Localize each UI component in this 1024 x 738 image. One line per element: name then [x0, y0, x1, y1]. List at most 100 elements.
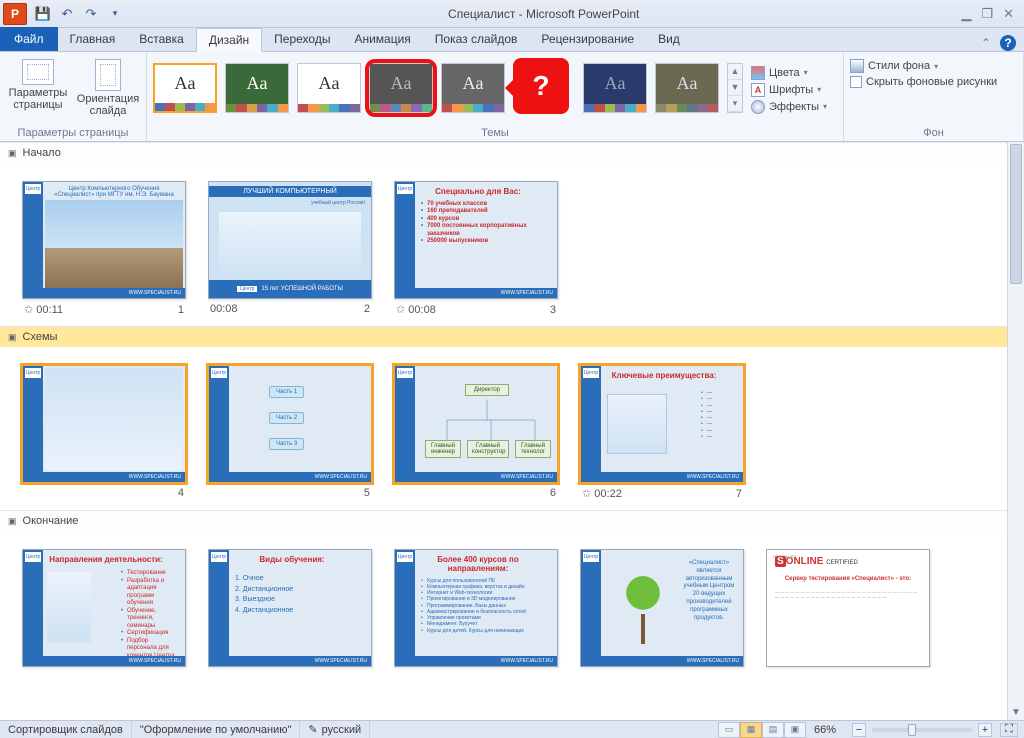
- slide-thumbnail[interactable]: Центр «Специалист»являетсяавторизованным…: [580, 549, 744, 667]
- section-title: Начало: [23, 147, 61, 159]
- group-themes-title: Темы: [153, 125, 837, 139]
- status-theme: "Оформление по умолчанию": [132, 721, 301, 738]
- group-background: Стили фона ▾ Скрыть фоновые рисунки Фон: [844, 52, 1024, 141]
- section-header[interactable]: ▣ Начало: [0, 142, 1007, 163]
- app-icon[interactable]: P: [3, 3, 27, 25]
- page-setup-button[interactable]: Параметры страницы: [6, 55, 70, 111]
- zoom-in-button[interactable]: +: [978, 723, 992, 737]
- slide-time: 00:08: [408, 304, 436, 316]
- reading-view-button[interactable]: ▤: [762, 722, 784, 738]
- theme-thumbnail[interactable]: Aa: [297, 63, 361, 113]
- scroll-up-icon[interactable]: ▲: [728, 64, 742, 80]
- group-themes: Aa Aa Aa Aa Aa ?: [147, 52, 844, 141]
- slide-thumbnail[interactable]: Центр Виды обучения: 1. Очное2. Дистанци…: [208, 549, 372, 667]
- colors-button[interactable]: Цвета ▾: [751, 66, 827, 80]
- themes-gallery-scroll[interactable]: ▲ ▼ ▾: [727, 63, 743, 113]
- slide-number: 3: [550, 304, 556, 316]
- page-setup-label: Параметры страницы: [9, 87, 68, 111]
- zoom-track[interactable]: [872, 728, 972, 732]
- group-background-title: Фон: [850, 125, 1017, 139]
- tab-review[interactable]: Рецензирование: [529, 27, 646, 51]
- bg-styles-button[interactable]: Стили фона ▾: [850, 59, 997, 73]
- tab-animations[interactable]: Анимация: [342, 27, 422, 51]
- sorter-view-button[interactable]: ▦: [740, 722, 762, 738]
- collapse-icon[interactable]: ▣: [8, 332, 17, 343]
- redo-icon[interactable]: ↷: [80, 4, 102, 24]
- checkbox-icon: [850, 76, 862, 88]
- scroll-down-icon[interactable]: ▼: [728, 80, 742, 96]
- tab-home[interactable]: Главная: [58, 27, 128, 51]
- status-mode: Сортировщик слайдов: [0, 721, 132, 738]
- transition-icon: ✩: [582, 488, 591, 500]
- group-page-setup-title: Параметры страницы: [6, 125, 140, 139]
- transition-icon: ✩: [24, 304, 33, 316]
- undo-icon[interactable]: ↶: [56, 4, 78, 24]
- fonts-icon: A: [751, 83, 765, 97]
- slide-thumbnail[interactable]: Центр Часть 1 Часть 2 Часть 3 WWW.SPECIA…: [208, 365, 372, 500]
- tab-file[interactable]: Файл: [0, 27, 58, 51]
- restore-icon[interactable]: ❐: [981, 6, 993, 22]
- tab-design[interactable]: Дизайн: [196, 28, 262, 52]
- slide-number: 5: [364, 487, 370, 499]
- status-language[interactable]: ✎русский: [300, 721, 370, 738]
- section-header[interactable]: ▣Окончание: [0, 510, 1007, 531]
- theme-thumbnail[interactable]: Aa: [583, 63, 647, 113]
- zoom-slider[interactable]: − +: [852, 723, 992, 737]
- slide-thumbnail[interactable]: Центр Ключевые преимущества: ———————— WW…: [580, 365, 744, 500]
- slide-number: 6: [550, 487, 556, 499]
- scrollbar-thumb[interactable]: [1010, 144, 1022, 284]
- slide-thumbnail[interactable]: Центр Специально для Вас: 70 учебных кла…: [394, 181, 558, 316]
- ribbon: Параметры страницы Ориентация слайда Пар…: [0, 52, 1024, 142]
- view-buttons: ▭ ▦ ▤ ▣: [718, 722, 806, 738]
- gallery-more-icon[interactable]: ▾: [728, 96, 742, 112]
- spellcheck-icon: ✎: [308, 723, 317, 736]
- minimize-ribbon-icon[interactable]: ⌃: [978, 35, 994, 51]
- fit-to-window-button[interactable]: ⛶: [1000, 723, 1018, 737]
- group-page-setup: Параметры страницы Ориентация слайда Пар…: [0, 52, 147, 141]
- zoom-level[interactable]: 66%: [806, 721, 844, 738]
- quick-access-toolbar: 💾 ↶ ↷ ▾: [32, 4, 126, 24]
- collapse-icon[interactable]: ▣: [8, 516, 17, 527]
- tab-transitions[interactable]: Переходы: [262, 27, 342, 51]
- fonts-button[interactable]: AШрифты ▾: [751, 83, 827, 97]
- collapse-icon[interactable]: ▣: [8, 148, 17, 159]
- slide-thumbnail[interactable]: SONLINE CERTIFIED SPECIALIST Сервер тест…: [766, 549, 930, 667]
- slide-thumbnail[interactable]: Центр Более 400 курсов по направлениям: …: [394, 549, 558, 667]
- save-icon[interactable]: 💾: [32, 4, 54, 24]
- page-setup-icon: [22, 59, 54, 85]
- slide-orientation-button[interactable]: Ориентация слайда: [76, 55, 140, 117]
- slide-number: 7: [736, 488, 742, 500]
- theme-thumbnail[interactable]: Aa: [655, 63, 719, 113]
- slide-thumbnail[interactable]: Центр Направления деятельности: Тестиров…: [22, 549, 186, 667]
- slideshow-view-button[interactable]: ▣: [784, 722, 806, 738]
- tab-slideshow[interactable]: Показ слайдов: [423, 27, 530, 51]
- slide-thumbnail[interactable]: Центр Директор Главный инженер Главный к…: [394, 365, 558, 500]
- slide-thumbnail[interactable]: ЛУЧШИЙ КОМПЬЮТЕРНЫЙ учебный центр России…: [208, 181, 372, 316]
- zoom-out-button[interactable]: −: [852, 723, 866, 737]
- slide-number: 2: [364, 303, 370, 315]
- callout-marker: ?: [513, 58, 569, 114]
- transition-icon: ✩: [396, 304, 405, 316]
- theme-thumbnail-highlighted[interactable]: Aa: [369, 63, 433, 113]
- theme-thumbnail[interactable]: Aa: [153, 63, 217, 113]
- vertical-scrollbar[interactable]: ▲ ▼: [1007, 142, 1024, 720]
- effects-icon: [751, 100, 765, 114]
- hide-bg-checkbox[interactable]: Скрыть фоновые рисунки: [850, 76, 997, 88]
- close-icon[interactable]: ✕: [1003, 6, 1014, 22]
- effects-button[interactable]: Эффекты ▾: [751, 100, 827, 114]
- section-header-selected[interactable]: ▣Схемы: [0, 326, 1007, 347]
- minimize-icon[interactable]: ▁: [961, 6, 971, 22]
- slide-number: 4: [178, 487, 184, 499]
- slide-thumbnail[interactable]: Центр Центр Компьютерного Обучения«Специ…: [22, 181, 186, 316]
- tab-insert[interactable]: Вставка: [127, 27, 196, 51]
- tab-view[interactable]: Вид: [646, 27, 692, 51]
- help-icon[interactable]: ?: [1000, 35, 1016, 51]
- zoom-handle[interactable]: [908, 724, 916, 736]
- bg-styles-icon: [850, 59, 864, 73]
- normal-view-button[interactable]: ▭: [718, 722, 740, 738]
- theme-thumbnail[interactable]: Aa: [225, 63, 289, 113]
- scroll-down-icon[interactable]: ▼: [1008, 704, 1024, 720]
- slide-time: 00:11: [36, 304, 63, 316]
- qat-more-icon[interactable]: ▾: [104, 4, 126, 24]
- slide-thumbnail[interactable]: Центр WWW.SPECIALIST.RU 4: [22, 365, 186, 500]
